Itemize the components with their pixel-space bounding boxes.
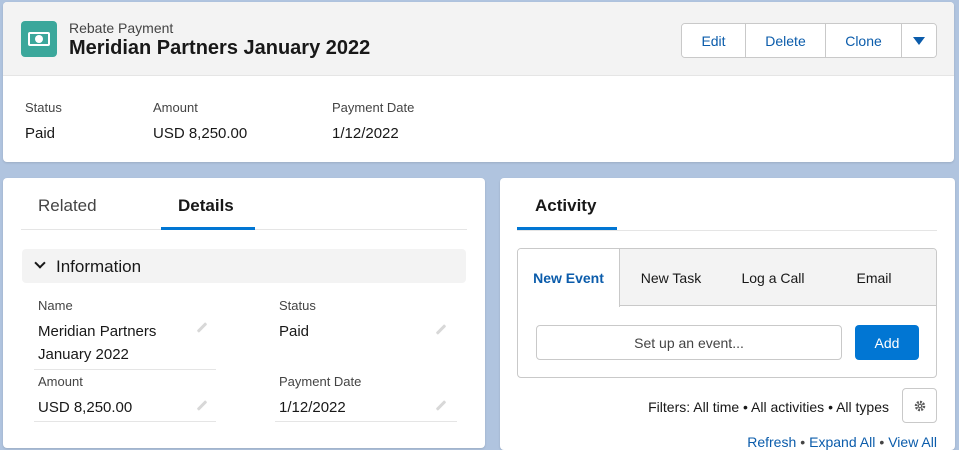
tab-log-a-call[interactable]: Log a Call	[722, 249, 824, 306]
clone-button[interactable]: Clone	[826, 24, 902, 57]
field-label: Payment Date	[279, 374, 362, 389]
tab-new-task[interactable]: New Task	[620, 249, 722, 306]
field-value: Meridian Partners	[38, 323, 157, 340]
field-value: January 2022	[38, 346, 129, 363]
tab-activity[interactable]: Activity	[535, 196, 596, 216]
edit-pencil-icon[interactable]	[435, 324, 447, 335]
object-type-label: Rebate Payment	[69, 20, 174, 36]
record-header: Rebate Payment Meridian Partners January…	[3, 2, 954, 162]
tab-new-event[interactable]: New Event	[518, 249, 620, 307]
view-all-link[interactable]: View All	[888, 434, 937, 450]
highlight-value: Paid	[25, 125, 56, 142]
details-panel: Related Details Information Name Meridia…	[3, 178, 485, 448]
tab-divider	[517, 230, 937, 231]
add-button[interactable]: Add	[855, 325, 919, 360]
edit-pencil-icon[interactable]	[196, 400, 208, 411]
gear-icon	[914, 400, 925, 411]
highlight-amount: Amount USD 8,250.00	[153, 100, 247, 142]
field-payment-date: Payment Date 1/12/2022	[275, 374, 457, 422]
chevron-down-icon	[34, 257, 46, 269]
expand-all-link[interactable]: Expand All	[809, 434, 875, 450]
chevron-down-icon	[913, 36, 925, 45]
field-label: Amount	[38, 374, 83, 389]
activity-publisher: New Event New Task Log a Call Email Add	[517, 248, 937, 378]
activity-filters: Filters: All time • All activities • All…	[648, 399, 889, 415]
record-title: Meridian Partners January 2022	[69, 37, 371, 59]
header-top-bar: Rebate Payment Meridian Partners January…	[3, 2, 954, 76]
event-input[interactable]	[536, 325, 842, 360]
field-amount: Amount USD 8,250.00	[34, 374, 216, 422]
highlight-payment-date: Payment Date 1/12/2022	[332, 100, 414, 142]
field-label: Name	[38, 298, 73, 313]
highlight-value: 1/12/2022	[332, 125, 399, 142]
action-button-group: Edit Delete Clone	[681, 23, 937, 58]
field-status: Status Paid	[275, 298, 457, 370]
tab-related[interactable]: Related	[38, 196, 97, 216]
tab-bar: Related Details	[21, 178, 467, 230]
link-separator: •	[800, 434, 806, 450]
field-label: Status	[279, 298, 316, 313]
field-name: Name Meridian Partners January 2022	[34, 298, 216, 370]
refresh-link[interactable]: Refresh	[747, 434, 796, 450]
activity-panel: Activity New Event New Task Log a Call E…	[500, 178, 955, 450]
tab-email[interactable]: Email	[824, 249, 924, 306]
publisher-tab-bar: New Event New Task Log a Call Email	[518, 249, 936, 307]
filter-settings-button[interactable]	[902, 388, 937, 423]
edit-pencil-icon[interactable]	[435, 400, 447, 411]
delete-button[interactable]: Delete	[746, 24, 826, 57]
edit-button[interactable]: Edit	[682, 24, 746, 57]
activity-links: Refresh • Expand All • View All	[747, 434, 937, 450]
highlight-value: USD 8,250.00	[153, 125, 248, 142]
more-actions-button[interactable]	[902, 24, 936, 57]
field-value: 1/12/2022	[279, 399, 346, 416]
section-title: Information	[56, 257, 142, 276]
highlight-label: Payment Date	[332, 100, 415, 115]
section-header-information[interactable]: Information	[22, 249, 466, 283]
tab-details[interactable]: Details	[178, 196, 234, 216]
money-icon	[21, 21, 57, 57]
active-tab-indicator	[161, 227, 255, 230]
highlight-status: Status Paid	[25, 100, 62, 142]
edit-pencil-icon[interactable]	[196, 322, 208, 333]
highlight-label: Status	[25, 100, 62, 115]
field-value: USD 8,250.00	[38, 399, 133, 416]
link-separator: •	[879, 434, 885, 450]
field-value: Paid	[279, 323, 310, 340]
highlight-label: Amount	[153, 100, 198, 115]
